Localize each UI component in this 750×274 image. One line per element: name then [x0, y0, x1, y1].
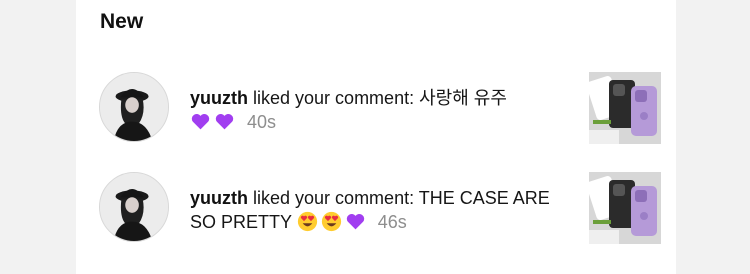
notification-text: yuuzth liked your comment: 사랑해 유주 40s: [190, 86, 570, 134]
avatar-photo-icon: [100, 73, 168, 141]
heart-eyes-emoji-icon: [297, 211, 318, 232]
timestamp: 40s: [247, 112, 277, 132]
comment-text: 사랑해 유주: [419, 88, 507, 108]
avatar[interactable]: [99, 72, 169, 142]
timestamp: 46s: [377, 212, 407, 232]
avatar-photo-icon: [100, 173, 168, 241]
section-title-new: New: [100, 10, 144, 33]
notification-text: yuuzth liked your comment: THE CASE ARE …: [190, 186, 570, 234]
purple-heart-emoji-icon: [214, 111, 235, 132]
notification-item[interactable]: yuuzth liked your comment: THE CASE ARE …: [0, 170, 750, 246]
notification-item[interactable]: yuuzth liked your comment: 사랑해 유주 40s: [0, 70, 750, 146]
purple-heart-emoji-icon: [190, 111, 211, 132]
username[interactable]: yuuzth: [190, 188, 248, 208]
purple-heart-emoji-icon: [345, 211, 366, 232]
action-text: liked your comment:: [253, 88, 415, 108]
post-thumbnail[interactable]: [589, 172, 661, 244]
post-thumbnail[interactable]: [589, 72, 661, 144]
phone-case-photo-icon: [589, 72, 661, 144]
avatar[interactable]: [99, 172, 169, 242]
heart-eyes-emoji-icon: [321, 211, 342, 232]
action-text: liked your comment:: [253, 188, 415, 208]
phone-case-photo-icon: [589, 172, 661, 244]
username[interactable]: yuuzth: [190, 88, 248, 108]
